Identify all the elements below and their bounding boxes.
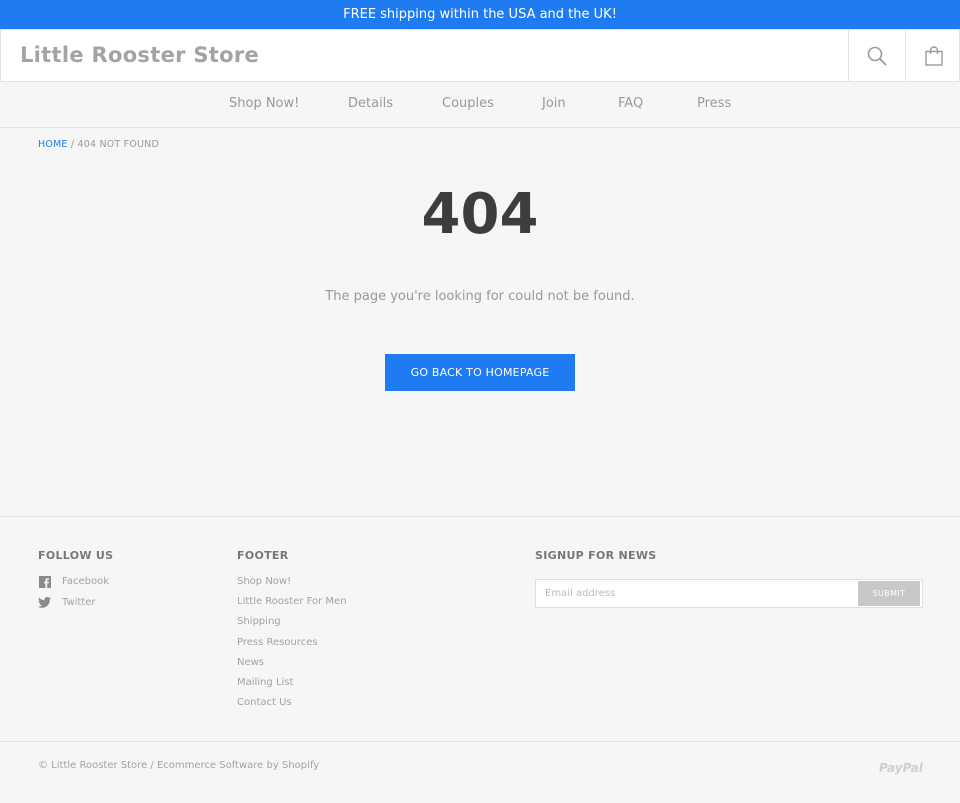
search-icon	[867, 46, 887, 65]
submit-label: SUBMIT	[872, 589, 906, 598]
facebook-link[interactable]: Facebook	[38, 575, 109, 588]
nav-item-shop-now[interactable]: Shop Now!	[229, 96, 299, 111]
nav-item-details[interactable]: Details	[348, 96, 393, 111]
breadcrumb-current: 404 NOT FOUND	[77, 139, 159, 150]
footer-link-little-rooster-for-men[interactable]: Little Rooster For Men	[237, 596, 347, 607]
site-footer: FOLLOW US Facebook Twitter FOOTER Shop N…	[0, 516, 960, 742]
shopping-bag-icon	[924, 45, 943, 66]
footer-link-press-resources[interactable]: Press Resources	[237, 637, 318, 648]
copyright-text: © Little Rooster Store / Ecommerce Softw…	[38, 760, 320, 771]
twitter-icon	[38, 596, 51, 609]
follow-us-heading: FOLLOW US	[38, 549, 114, 562]
footer-link-mailing-list[interactable]: Mailing List	[237, 677, 293, 688]
error-code: 404	[421, 182, 539, 247]
breadcrumb-separator: /	[70, 139, 75, 150]
footer-links-heading: FOOTER	[237, 549, 289, 562]
nav-item-faq[interactable]: FAQ	[618, 96, 643, 111]
bottom-bar: © Little Rooster Store / Ecommerce Softw…	[0, 741, 960, 803]
error-message: The page you're looking for could not be…	[325, 289, 635, 304]
facebook-label: Facebook	[62, 576, 109, 587]
paypal-logo: PayPal	[879, 761, 923, 775]
nav-item-press[interactable]: Press	[697, 96, 731, 111]
search-button[interactable]	[848, 29, 905, 82]
twitter-link[interactable]: Twitter	[38, 596, 96, 609]
back-button-label: GO BACK TO HOMEPAGE	[410, 366, 550, 379]
nav-item-join[interactable]: Join	[542, 96, 566, 111]
facebook-icon	[38, 575, 51, 588]
nav-item-couples[interactable]: Couples	[442, 96, 494, 111]
footer-link-news[interactable]: News	[237, 657, 264, 668]
footer-link-shop-now[interactable]: Shop Now!	[237, 576, 291, 587]
store-logo[interactable]: Little Rooster Store	[20, 43, 259, 67]
footer-link-shipping[interactable]: Shipping	[237, 616, 281, 627]
site-header: Little Rooster Store	[0, 29, 960, 82]
email-field[interactable]	[536, 580, 856, 607]
breadcrumb-home-link[interactable]: HOME	[38, 139, 68, 150]
announcement-bar: FREE shipping within the USA and the UK!	[0, 0, 960, 29]
newsletter-form: SUBMIT	[535, 579, 923, 608]
breadcrumb: HOME / 404 NOT FOUND	[38, 139, 159, 150]
twitter-label: Twitter	[62, 597, 96, 608]
main-nav: Shop Now! Details Couples Join FAQ Press	[0, 82, 960, 128]
footer-link-contact-us[interactable]: Contact Us	[237, 697, 292, 708]
cart-button[interactable]	[905, 29, 960, 82]
submit-button[interactable]: SUBMIT	[858, 581, 920, 606]
back-to-homepage-button[interactable]: GO BACK TO HOMEPAGE	[385, 354, 575, 391]
signup-heading: SIGNUP FOR NEWS	[535, 549, 657, 562]
announcement-text: FREE shipping within the USA and the UK!	[343, 7, 617, 22]
